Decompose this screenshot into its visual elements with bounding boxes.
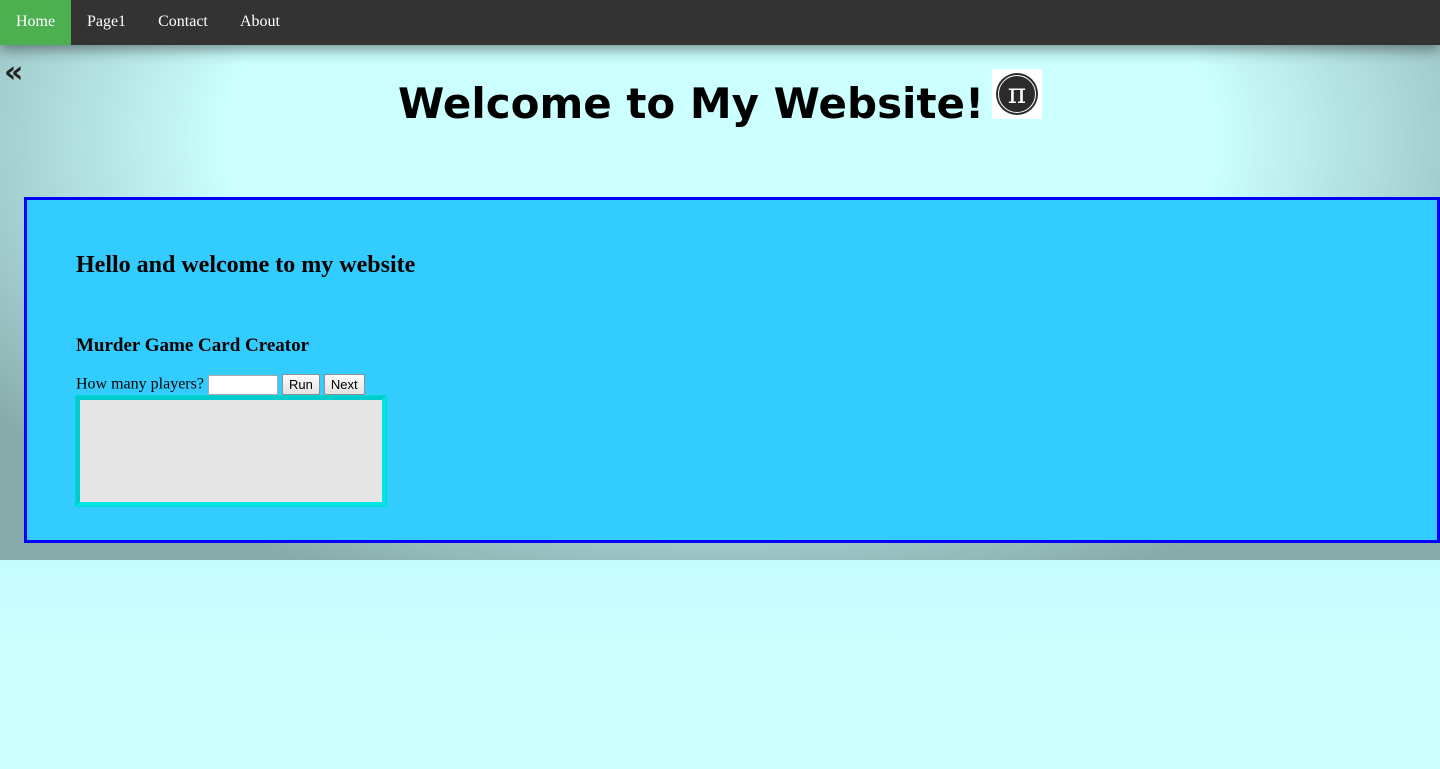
main-content-panel: Hello and welcome to my website Murder G… (24, 197, 1440, 543)
next-button[interactable]: Next (323, 374, 365, 395)
top-navigation: Home Page1 Contact About (0, 0, 1440, 45)
nav-contact-link[interactable]: Contact (142, 0, 224, 45)
card-output-box (75, 395, 387, 507)
run-button[interactable]: Run (281, 374, 320, 395)
nav-page1-link[interactable]: Page1 (71, 0, 142, 45)
double-chevron-left-icon[interactable]: « (4, 58, 23, 88)
players-form: How many players? Run Next (76, 374, 365, 396)
page-background (0, 560, 1440, 769)
welcome-heading: Hello and welcome to my website (76, 252, 416, 278)
nav-about-link[interactable]: About (224, 0, 296, 45)
nav-home-link[interactable]: Home (0, 0, 71, 45)
players-count-input[interactable] (207, 374, 278, 395)
game-title: Murder Game Card Creator (76, 335, 310, 356)
players-label: How many players? (76, 375, 204, 393)
page-title: Welcome to My Website! (398, 79, 985, 128)
pi-logo-icon: π (992, 69, 1042, 119)
svg-text:π: π (1008, 77, 1026, 110)
